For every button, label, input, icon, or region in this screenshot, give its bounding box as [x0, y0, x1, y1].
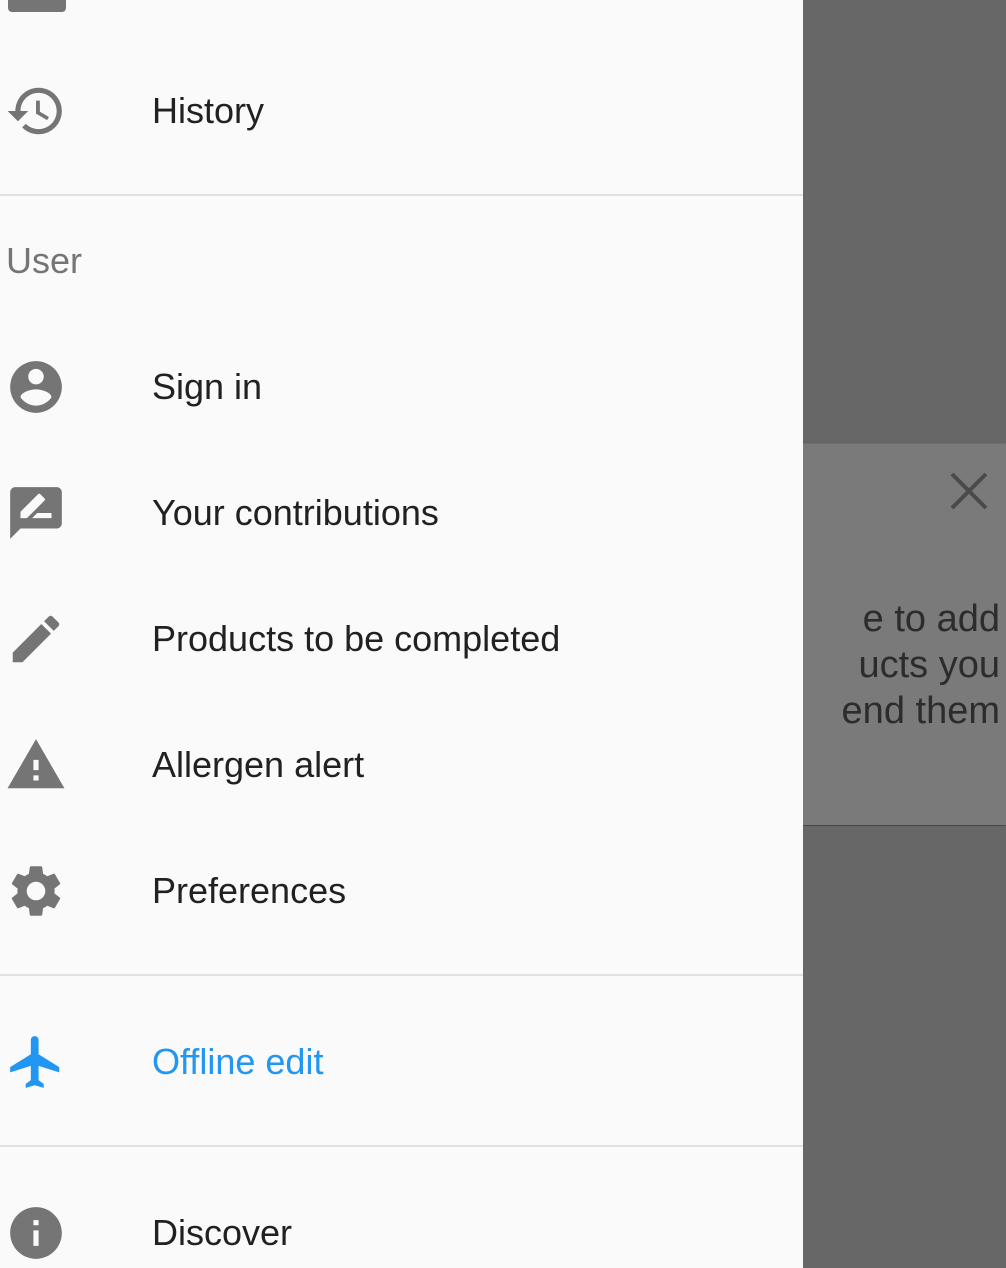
drawer-item-label: History	[152, 90, 265, 131]
drawer-item-label: Sign in	[152, 366, 263, 407]
drawer-item-label: Products to be completed	[152, 618, 561, 659]
drawer-item-history[interactable]: History	[0, 56, 803, 166]
info-icon	[10, 1207, 62, 1259]
divider	[0, 1145, 803, 1147]
drawer-item-discover[interactable]: Discover	[0, 1178, 803, 1268]
drawer-item-your-contributions[interactable]: Your contributions	[0, 458, 803, 568]
gear-icon	[11, 866, 61, 916]
drawer-item-label: Your contributions	[152, 492, 439, 533]
section-title-user: User	[6, 240, 83, 281]
drawer-item-label: Allergen alert	[152, 744, 365, 785]
drawer-item-allergen-alert[interactable]: Allergen alert	[0, 710, 803, 820]
drawer-item-sign-in[interactable]: Sign in	[0, 332, 803, 442]
pencil-icon	[12, 615, 60, 663]
account-circle-icon	[10, 361, 62, 413]
airplane-icon	[10, 1036, 60, 1088]
drawer-item-label: Offline edit	[152, 1041, 324, 1082]
navigation-drawer: History User Sign in Your contributions …	[0, 0, 803, 1268]
drawer-item-label: Discover	[152, 1212, 293, 1253]
drawer-item-label: Preferences	[152, 870, 347, 911]
drawer-item-offline-edit[interactable]: Offline edit	[0, 1007, 803, 1117]
drawer-item-products-to-be-completed[interactable]: Products to be completed	[0, 584, 803, 694]
close-icon[interactable]	[948, 470, 990, 512]
history-icon	[7, 87, 62, 135]
divider	[0, 974, 803, 976]
partially-visible-icon	[8, 0, 66, 12]
divider	[0, 194, 803, 196]
drawer-item-preferences[interactable]: Preferences	[0, 836, 803, 946]
rate-review-icon	[10, 487, 62, 539]
warning-icon	[7, 739, 65, 789]
